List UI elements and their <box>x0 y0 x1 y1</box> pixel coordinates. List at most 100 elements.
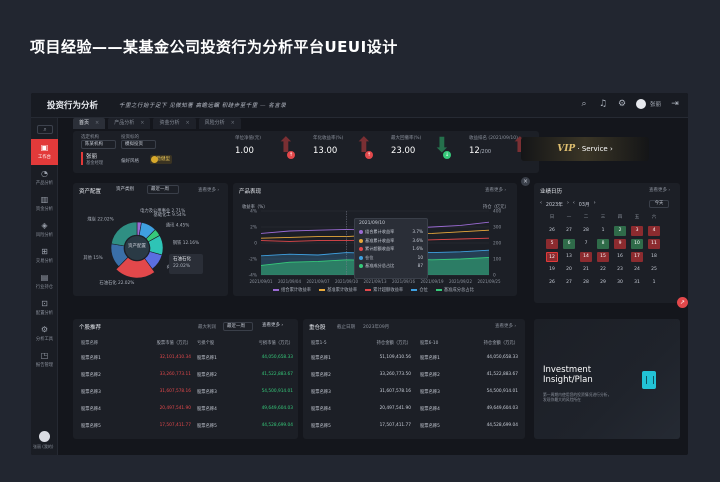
calendar-day[interactable]: 6 <box>563 238 575 249</box>
calendar-day[interactable]: 18 <box>648 252 660 262</box>
table-row[interactable]: 股票名称3 54,500,914.01 <box>420 383 518 400</box>
table-row[interactable]: 股票名称3 54,500,914.01 <box>197 383 293 400</box>
more-link[interactable]: 查看更多 › <box>198 187 219 193</box>
table-row[interactable]: 股票名称5 44,528,699.04 <box>197 417 293 434</box>
calendar-day[interactable]: 12 <box>546 251 558 262</box>
sidebar-item-report[interactable]: ◳ 报告管理 <box>31 347 58 373</box>
calendar-day[interactable]: 21 <box>580 265 592 275</box>
calendar-day[interactable]: 29 <box>597 278 609 288</box>
sidebar-item-product[interactable]: ◔ 产品分析 <box>31 165 58 191</box>
calendar-day[interactable]: 15 <box>597 251 609 262</box>
account-select[interactable]: 陈某机构 <box>81 140 116 149</box>
table-row[interactable]: 股票名称5 17,507,411.77 <box>311 417 411 434</box>
table-row[interactable]: 股票名称3 31,607,578.16 <box>311 383 411 400</box>
table-row[interactable]: 股票名称5 44,528,699.04 <box>420 417 518 434</box>
calendar-day[interactable]: 14 <box>580 251 592 262</box>
chevron-left-icon[interactable]: ‹ <box>573 201 575 208</box>
floating-action-button[interactable]: ↗ <box>677 297 688 308</box>
sidebar-item-workbench[interactable]: ▣ 工作台 <box>31 139 58 165</box>
bell-icon[interactable]: ♫ <box>598 99 608 109</box>
tab-product[interactable]: 产品分析 × <box>108 118 151 129</box>
table-row[interactable]: 股票名称4 49,649,604.03 <box>420 400 518 417</box>
calendar-day[interactable]: 27 <box>563 226 575 236</box>
table-row[interactable]: 股票名称4 49,649,604.03 <box>197 400 293 417</box>
chevron-left-icon[interactable]: ‹ <box>540 201 542 208</box>
tab-home[interactable]: 首页 × <box>73 118 106 129</box>
more-link[interactable]: 查看更多 › <box>495 323 516 329</box>
sidebar-item-trade[interactable]: ⊞ 交易分析 <box>31 243 58 269</box>
table-row[interactable]: 股票名称4 20,497,541.90 <box>311 400 411 417</box>
table-row[interactable]: 股票名称1 32,101,410.34 <box>81 349 191 366</box>
table-row[interactable]: 股票名称2 33,260,773.11 <box>81 366 191 383</box>
calendar-day[interactable]: 28 <box>580 226 592 236</box>
table-row[interactable]: 股票名称5 17,507,411.77 <box>81 417 191 434</box>
table-row[interactable]: 股票名称3 31,607,578.16 <box>81 383 191 400</box>
calendar-day[interactable]: 7 <box>580 239 592 249</box>
table-row[interactable]: 股票名称4 20,497,541.90 <box>81 400 191 417</box>
period-select[interactable]: 最近一周 <box>147 185 179 194</box>
calendar-day[interactable]: 11 <box>648 238 660 249</box>
calendar-day[interactable]: 25 <box>648 265 660 275</box>
close-icon[interactable]: × <box>95 118 99 129</box>
chevron-right-icon[interactable]: › <box>594 201 596 208</box>
sidebar-item-allocation[interactable]: ⊡ 配置分析 <box>31 295 58 321</box>
calendar-day[interactable]: 24 <box>631 265 643 275</box>
calendar-day[interactable]: 8 <box>597 238 609 249</box>
calendar-day[interactable]: 27 <box>563 278 575 288</box>
table-row[interactable]: 股票名称1 51,109,410.56 <box>311 349 411 366</box>
calendar-day[interactable]: 17 <box>631 251 643 262</box>
close-icon[interactable]: × <box>185 118 189 129</box>
table-row[interactable]: 股票名称2 41,522,883.67 <box>197 366 293 383</box>
gear-icon[interactable]: ⚙ <box>617 99 627 109</box>
investment-insight-card[interactable]: Investment Insight/Plan 第一周期内使用您的投资情况进行分析… <box>534 319 680 439</box>
period-select[interactable]: 最近一周 <box>223 322 253 331</box>
sidebar-item-risk[interactable]: ◈ 风险分析 <box>31 217 58 243</box>
user-avatar-bottom[interactable] <box>39 431 50 442</box>
calendar-day[interactable]: 16 <box>614 252 626 262</box>
calendar-day[interactable]: 26 <box>546 226 558 236</box>
sidebar-item-industry[interactable]: ▤ 行业持仓 <box>31 269 58 295</box>
chevron-right-icon[interactable]: › <box>567 201 569 208</box>
more-link[interactable]: 查看更多 › <box>259 322 291 331</box>
calendar-day[interactable]: 20 <box>563 265 575 275</box>
today-button[interactable]: 今天 <box>649 200 669 208</box>
calendar-day[interactable]: 13 <box>563 252 575 262</box>
tab-risk[interactable]: 风险分析 × <box>198 118 241 129</box>
table-row[interactable]: 股票名称2 41,522,883.67 <box>420 366 518 383</box>
calendar-day[interactable]: 23 <box>614 265 626 275</box>
sidebar-search-icon[interactable]: ⌕ <box>37 125 53 134</box>
calendar-day[interactable]: 28 <box>580 278 592 288</box>
username[interactable]: 张丽 <box>650 100 661 108</box>
calendar-day[interactable]: 10 <box>631 238 643 249</box>
calendar-day[interactable]: 1 <box>597 226 609 236</box>
calendar-day[interactable]: 2 <box>614 225 626 236</box>
date-value[interactable]: 2023年09月 <box>363 324 389 330</box>
close-icon[interactable]: × <box>231 118 235 129</box>
logout-icon[interactable]: ⇥ <box>670 99 680 109</box>
vip-service-button[interactable]: VIP · Service › <box>521 137 649 161</box>
sidebar-item-tools[interactable]: ⚙ 分析工具 <box>31 321 58 347</box>
calendar-year[interactable]: 2023年 <box>546 201 563 208</box>
calendar-day[interactable]: 26 <box>546 278 558 288</box>
calendar-day[interactable]: 1 <box>648 278 660 288</box>
calendar-day[interactable]: 22 <box>597 265 609 275</box>
avatar[interactable] <box>635 99 646 109</box>
calendar-day[interactable]: 3 <box>631 225 643 236</box>
sidebar-item-capital[interactable]: ▥ 资金分析 <box>31 191 58 217</box>
calendar-day[interactable]: 19 <box>546 265 558 275</box>
table-row[interactable]: 股票名称1 44,050,658.33 <box>197 349 293 366</box>
calendar-day[interactable]: 9 <box>614 238 626 249</box>
table-row[interactable]: 股票名称1 44,050,658.33 <box>420 349 518 366</box>
calendar-day[interactable]: 4 <box>648 225 660 236</box>
tab-capital[interactable]: 资金分析 × <box>153 118 196 129</box>
more-link[interactable]: 查看更多 › <box>649 187 670 193</box>
search-icon[interactable]: ⌕ <box>579 99 589 109</box>
calendar-month[interactable]: 03月 <box>579 201 590 208</box>
calendar-day[interactable]: 30 <box>614 278 626 288</box>
asset-type-select[interactable]: 资产类别 <box>113 186 143 195</box>
product-select[interactable]: 模拟投资 <box>121 140 156 149</box>
table-row[interactable]: 股票名称2 33,260,773.50 <box>311 366 411 383</box>
calendar-day[interactable]: 5 <box>546 238 558 249</box>
close-icon[interactable]: × <box>521 177 530 186</box>
close-icon[interactable]: × <box>140 118 144 129</box>
